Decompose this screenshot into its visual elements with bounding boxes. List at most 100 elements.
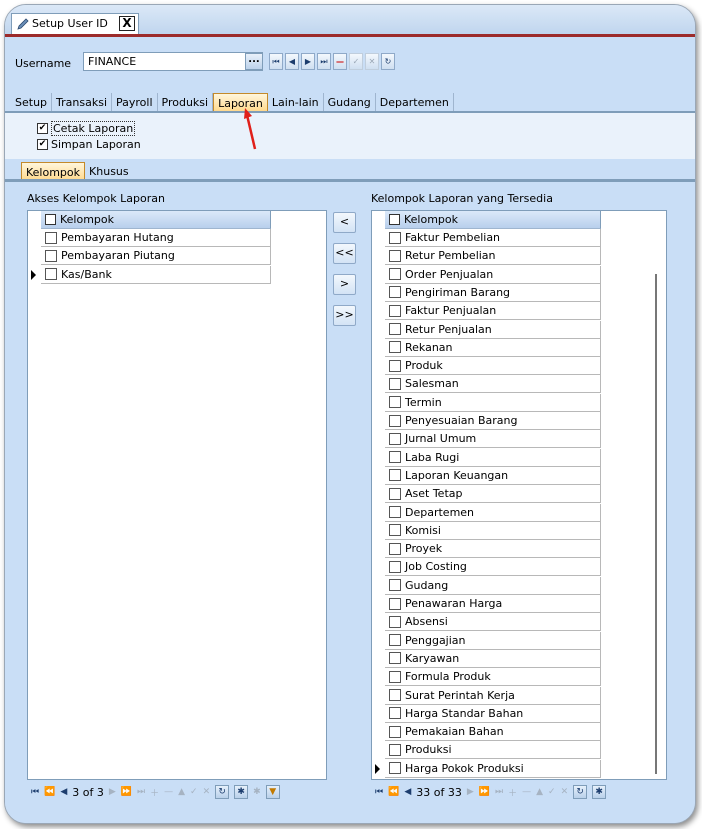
row-checkbox[interactable] xyxy=(389,231,401,244)
row-checkbox[interactable] xyxy=(389,762,401,775)
post-edit-icon[interactable]: ✓ xyxy=(349,53,363,70)
cancel-edit-icon[interactable]: ✕ xyxy=(561,787,569,797)
table-row[interactable]: Faktur Penjualan xyxy=(385,302,601,321)
left-grid-header[interactable]: Kelompok xyxy=(41,211,271,229)
row-checkbox[interactable] xyxy=(389,341,401,354)
select-all-checkbox[interactable] xyxy=(45,214,56,225)
filter-icon[interactable]: ▼ xyxy=(265,785,280,799)
last-record-icon[interactable]: ⏭ xyxy=(495,787,503,797)
edit-record-icon[interactable]: ▲ xyxy=(536,787,543,797)
right-grid[interactable]: Kelompok Faktur Pembelian Retur Pembelian… xyxy=(371,210,667,780)
refresh-icon[interactable]: ↻ xyxy=(381,53,395,70)
row-checkbox[interactable] xyxy=(389,249,401,262)
table-row[interactable]: Penyesuaian Barang xyxy=(385,412,601,430)
table-row[interactable]: Laporan Keuangan xyxy=(385,466,601,485)
table-row[interactable]: Absensi xyxy=(385,613,601,632)
row-checkbox[interactable] xyxy=(389,377,401,390)
document-tab[interactable]: Setup User ID X xyxy=(11,13,139,35)
prev-record-icon[interactable]: ◀ xyxy=(285,53,299,70)
move-left-button[interactable]: < xyxy=(333,212,356,233)
row-checkbox[interactable] xyxy=(389,268,401,281)
checkbox-box[interactable]: ✔ xyxy=(37,123,48,134)
row-checkbox[interactable] xyxy=(389,725,401,738)
table-row[interactable]: Job Costing xyxy=(385,558,601,577)
right-grid-header[interactable]: Kelompok xyxy=(385,211,601,229)
table-row[interactable]: Formula Produk xyxy=(385,668,601,687)
cetak-laporan-checkbox[interactable]: ✔ Cetak Laporan xyxy=(37,121,136,136)
row-checkbox[interactable] xyxy=(389,396,401,409)
table-row[interactable]: Karyawan xyxy=(385,649,601,668)
row-checkbox[interactable] xyxy=(389,634,401,647)
next-page-icon[interactable]: ⏩ xyxy=(479,787,490,797)
table-row[interactable]: Order Penjualan xyxy=(385,265,601,284)
left-grid[interactable]: Kelompok Pembayaran Hutang Pembayaran Piu… xyxy=(27,210,327,780)
prev-page-icon[interactable]: ⏪ xyxy=(388,787,399,797)
insert-record-icon[interactable]: ＋ xyxy=(508,786,517,799)
bookmark-icon[interactable]: ✱ xyxy=(592,785,607,799)
checkbox-box[interactable]: ✔ xyxy=(37,139,48,150)
next-record-icon[interactable]: ▶ xyxy=(467,787,474,797)
post-edit-icon[interactable]: ✓ xyxy=(190,787,198,797)
post-edit-icon[interactable]: ✓ xyxy=(548,787,556,797)
goto-bookmark-icon[interactable]: ✱ xyxy=(253,787,261,797)
tab-produksi[interactable]: Produksi xyxy=(158,93,214,112)
row-checkbox[interactable] xyxy=(389,524,401,537)
first-record-icon[interactable]: ⏮ xyxy=(269,53,283,70)
row-checkbox[interactable] xyxy=(45,268,57,281)
table-row[interactable]: Salesman xyxy=(385,375,601,394)
table-row[interactable]: Pembayaran Hutang xyxy=(41,229,271,247)
table-row[interactable]: Laba Rugi xyxy=(385,448,601,467)
simpan-laporan-checkbox[interactable]: ✔ Simpan Laporan xyxy=(37,138,141,151)
table-row[interactable]: Pengiriman Barang xyxy=(385,283,601,302)
table-row[interactable]: Kas/Bank xyxy=(41,265,271,284)
tab-lain-lain[interactable]: Lain-lain xyxy=(268,93,324,112)
select-all-checkbox[interactable] xyxy=(389,214,400,225)
delete-record-icon[interactable]: — xyxy=(164,787,173,797)
row-checkbox[interactable] xyxy=(389,743,401,756)
first-record-icon[interactable]: ⏮ xyxy=(31,787,39,797)
refresh-icon[interactable]: ↻ xyxy=(573,785,588,799)
cancel-edit-icon[interactable]: ✕ xyxy=(365,53,379,70)
table-row[interactable]: Faktur Pembelian xyxy=(385,229,601,247)
row-checkbox[interactable] xyxy=(389,689,401,701)
move-right-button[interactable]: > xyxy=(333,274,356,295)
prev-page-icon[interactable]: ⏪ xyxy=(44,787,55,797)
move-all-right-button[interactable]: >> xyxy=(333,305,356,326)
table-row[interactable]: Komisi xyxy=(385,521,601,540)
username-field[interactable]: FINANCE xyxy=(83,52,263,71)
table-row[interactable]: Penawaran Harga xyxy=(385,595,601,613)
next-page-icon[interactable]: ⏩ xyxy=(121,787,132,797)
tab-payroll[interactable]: Payroll xyxy=(112,93,158,112)
row-checkbox[interactable] xyxy=(389,615,401,628)
next-record-icon[interactable]: ▶ xyxy=(109,787,116,797)
close-tab-button[interactable]: X xyxy=(119,16,135,31)
tab-setup[interactable]: Setup xyxy=(11,93,53,112)
row-checkbox[interactable] xyxy=(389,432,401,445)
table-row[interactable]: Pembayaran Piutang xyxy=(41,247,271,266)
tab-departemen[interactable]: Departemen xyxy=(376,93,454,112)
table-row[interactable]: Retur Penjualan xyxy=(385,320,601,339)
table-row[interactable]: Surat Perintah Kerja xyxy=(385,686,601,705)
row-checkbox[interactable] xyxy=(389,707,401,720)
table-row[interactable]: Harga Standar Bahan xyxy=(385,704,601,723)
first-record-icon[interactable]: ⏮ xyxy=(375,787,383,797)
row-checkbox[interactable] xyxy=(389,359,401,372)
cancel-edit-icon[interactable]: ✕ xyxy=(203,787,211,797)
table-row[interactable]: Termin xyxy=(385,393,601,412)
tab-transaksi[interactable]: Transaksi xyxy=(52,93,112,112)
row-checkbox[interactable] xyxy=(45,249,57,262)
edit-record-icon[interactable]: ▲ xyxy=(178,787,185,797)
delete-record-icon[interactable]: — xyxy=(333,53,347,70)
table-row[interactable]: Gudang xyxy=(385,576,601,595)
row-checkbox[interactable] xyxy=(389,304,401,317)
table-row[interactable]: Penggajian xyxy=(385,631,601,650)
delete-record-icon[interactable]: — xyxy=(522,787,531,797)
row-checkbox[interactable] xyxy=(389,414,401,427)
last-record-icon[interactable]: ⏭ xyxy=(137,787,145,797)
table-row[interactable]: Pemakaian Bahan xyxy=(385,723,601,742)
row-checkbox[interactable] xyxy=(389,487,401,500)
insert-record-icon[interactable]: ＋ xyxy=(150,786,159,799)
username-lookup-button[interactable]: ... xyxy=(245,53,263,70)
row-checkbox[interactable] xyxy=(389,323,401,335)
row-checkbox[interactable] xyxy=(389,451,401,464)
